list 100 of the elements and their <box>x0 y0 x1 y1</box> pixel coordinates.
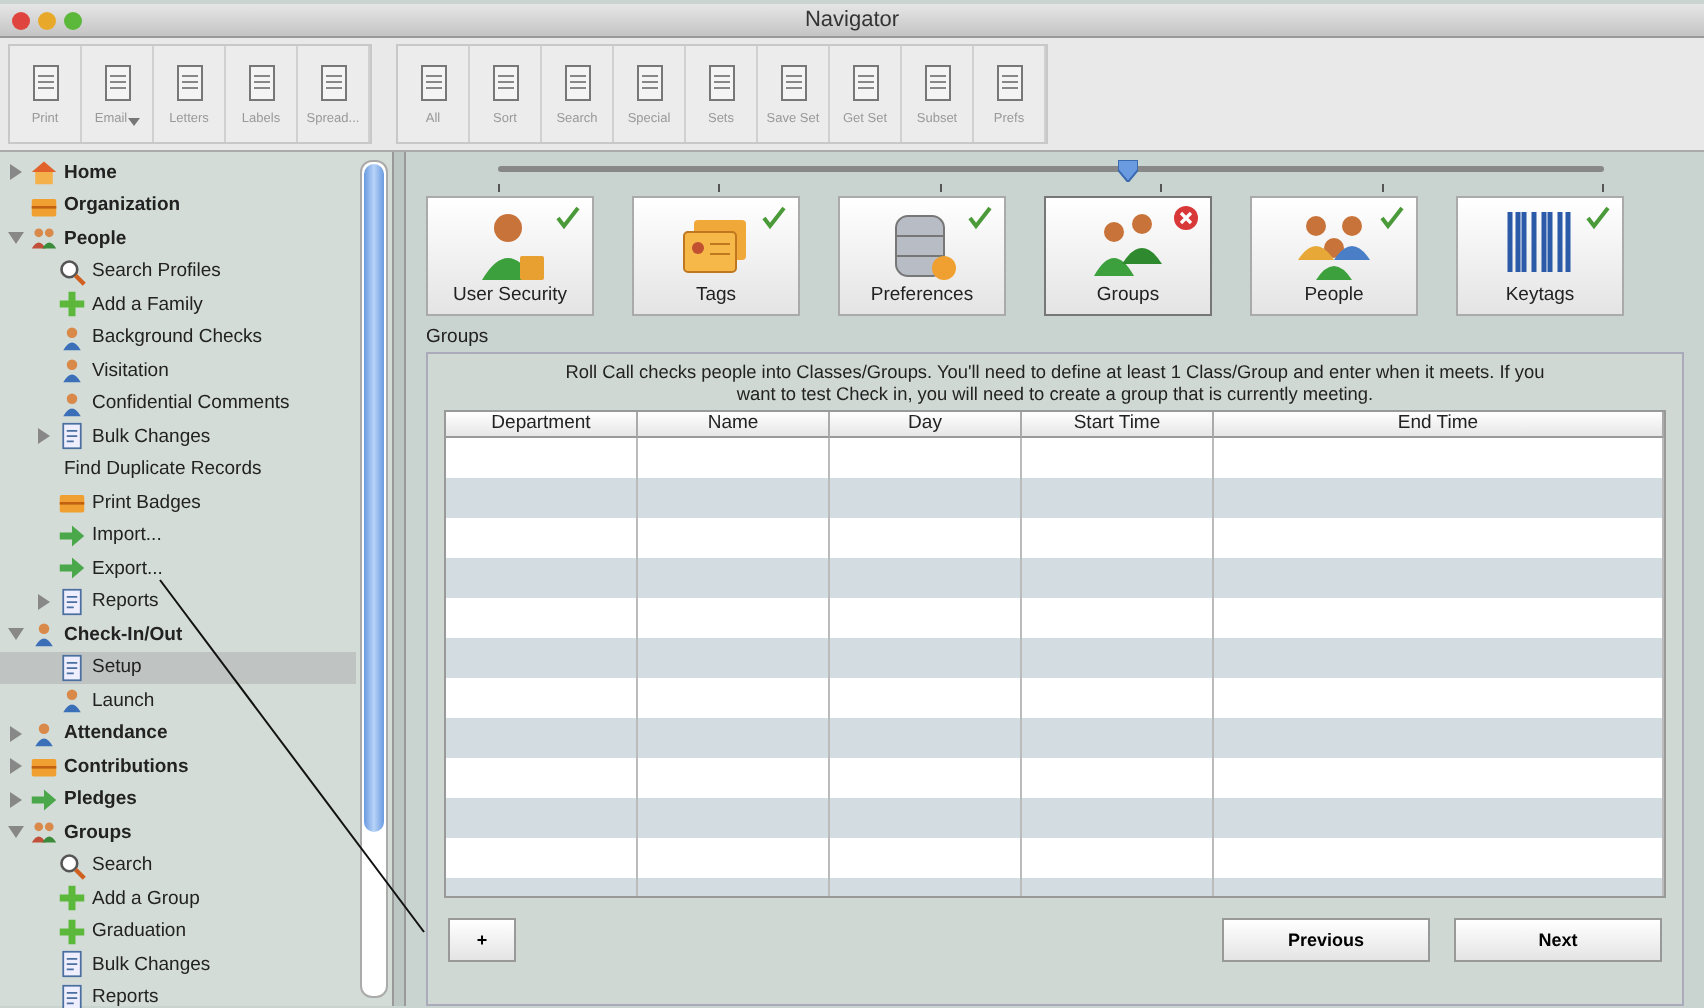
sidebar-item[interactable]: Visitation <box>0 354 356 387</box>
step-slider[interactable] <box>498 160 1604 184</box>
people-icon <box>30 224 58 253</box>
scrollbar[interactable] <box>360 160 388 998</box>
document-icon <box>58 653 86 682</box>
column-header[interactable]: Day <box>830 412 1022 438</box>
document-icon <box>631 63 667 103</box>
sidebar-item[interactable]: Setup <box>0 651 356 684</box>
person-icon <box>30 620 58 649</box>
collapsed-triangle-icon[interactable] <box>8 758 24 775</box>
column-header[interactable]: End Time <box>1214 412 1664 438</box>
document-icon <box>27 63 63 103</box>
plus-icon <box>58 917 86 946</box>
sidebar-item[interactable]: Contributions <box>0 750 356 783</box>
sidebar-item[interactable]: Import... <box>0 519 356 552</box>
sidebar-item[interactable]: Find Duplicate Records <box>0 453 356 486</box>
instructions: Roll Call checks people into Classes/Groups. You'll need to define at least 1 Class/Group and enter when it meets. If you want to test Check in, you will need to create a group that is currently meeting. <box>563 362 1547 406</box>
collapsed-triangle-icon[interactable] <box>8 791 24 808</box>
people-icon <box>30 818 58 847</box>
column-header[interactable]: Name <box>638 412 830 438</box>
id-cards-icon <box>683 220 746 273</box>
expanded-triangle-icon[interactable] <box>8 824 24 841</box>
sidebar-item[interactable]: Confidential Comments <box>0 387 356 420</box>
document-icon <box>487 63 523 103</box>
person-lock-icon <box>482 214 544 280</box>
previous-button[interactable]: Previous <box>1222 918 1430 962</box>
sidebar-item[interactable]: Export... <box>0 552 356 585</box>
step-tile[interactable]: Keytags <box>1456 196 1624 316</box>
people-icon <box>1298 216 1370 280</box>
collapsed-triangle-icon[interactable] <box>8 164 24 181</box>
sidebar-item[interactable]: Organization <box>0 189 356 222</box>
document-icon <box>315 63 351 103</box>
document-icon <box>58 422 86 451</box>
step-tile[interactable]: Preferences <box>838 196 1006 316</box>
search-icon <box>58 851 86 880</box>
column-header[interactable]: Start Time <box>1022 412 1214 438</box>
document-icon <box>58 587 86 616</box>
sidebar-item[interactable]: Reports <box>0 981 356 1008</box>
group-icon <box>1094 214 1162 276</box>
collapsed-triangle-icon[interactable] <box>8 725 24 742</box>
step-tile[interactable]: People <box>1250 196 1418 316</box>
database-gear-icon <box>895 215 956 280</box>
sidebar-item[interactable]: Home <box>0 156 356 189</box>
person-icon <box>58 389 86 418</box>
expanded-triangle-icon[interactable] <box>8 626 24 643</box>
person-icon <box>30 719 58 748</box>
slider-thumb[interactable] <box>1118 160 1139 182</box>
sidebar-item[interactable]: Attendance <box>0 717 356 750</box>
document-icon <box>58 950 86 979</box>
sidebar-item[interactable]: Launch <box>0 684 356 717</box>
arrow-icon <box>58 521 86 550</box>
sidebar-item[interactable]: Pledges <box>0 783 356 816</box>
add-button[interactable]: + <box>448 918 516 962</box>
sidebar-item[interactable]: Check-In/Out <box>0 618 356 651</box>
column-header[interactable]: Department <box>446 412 638 438</box>
step-tile[interactable]: Groups <box>1044 196 1212 316</box>
sidebar-item[interactable]: Add a Family <box>0 288 356 321</box>
document-icon <box>58 983 86 1008</box>
sidebar-item[interactable]: Graduation <box>0 915 356 948</box>
arrow-icon <box>58 554 86 583</box>
close-button[interactable] <box>12 11 30 29</box>
person-icon <box>58 323 86 352</box>
document-icon <box>559 63 595 103</box>
plus-icon <box>58 290 86 319</box>
sidebar-item[interactable]: Add a Group <box>0 882 356 915</box>
section-title: Groups <box>426 326 491 348</box>
document-icon <box>171 63 207 103</box>
sidebar-item[interactable]: Reports <box>0 585 356 618</box>
document-icon <box>243 63 279 103</box>
collapsed-triangle-icon[interactable] <box>36 593 52 610</box>
sidebar-item[interactable]: Search <box>0 849 356 882</box>
collapsed-triangle-icon[interactable] <box>36 428 52 445</box>
barcode-icon <box>1507 209 1571 275</box>
document-icon <box>991 63 1027 103</box>
zoom-button[interactable] <box>64 11 82 29</box>
house-icon <box>30 158 58 187</box>
window-title: Navigator <box>802 8 902 32</box>
sidebar-item[interactable]: Bulk Changes <box>0 948 356 981</box>
sidebar-item[interactable]: Bulk Changes <box>0 420 356 453</box>
sidebar-item[interactable]: Groups <box>0 816 356 849</box>
document-icon <box>847 63 883 103</box>
document-icon <box>415 63 451 103</box>
sidebar-item[interactable]: Background Checks <box>0 321 356 354</box>
step-tile[interactable]: Tags <box>632 196 800 316</box>
sidebar-item[interactable]: Search Profiles <box>0 255 356 288</box>
sidebar-item[interactable]: Print Badges <box>0 486 356 519</box>
arrow-icon <box>30 785 58 814</box>
document-icon <box>919 63 955 103</box>
search-icon <box>58 257 86 286</box>
person-icon <box>58 686 86 715</box>
next-button[interactable]: Next <box>1454 918 1662 962</box>
document-icon <box>703 63 739 103</box>
plus-icon <box>58 884 86 913</box>
expanded-triangle-icon[interactable] <box>8 230 24 247</box>
minimize-button[interactable] <box>38 11 56 29</box>
document-icon <box>99 63 135 103</box>
sidebar-item[interactable]: People <box>0 222 356 255</box>
document-icon <box>775 63 811 103</box>
step-tile[interactable]: User Security <box>426 196 594 316</box>
person-icon <box>58 356 86 385</box>
